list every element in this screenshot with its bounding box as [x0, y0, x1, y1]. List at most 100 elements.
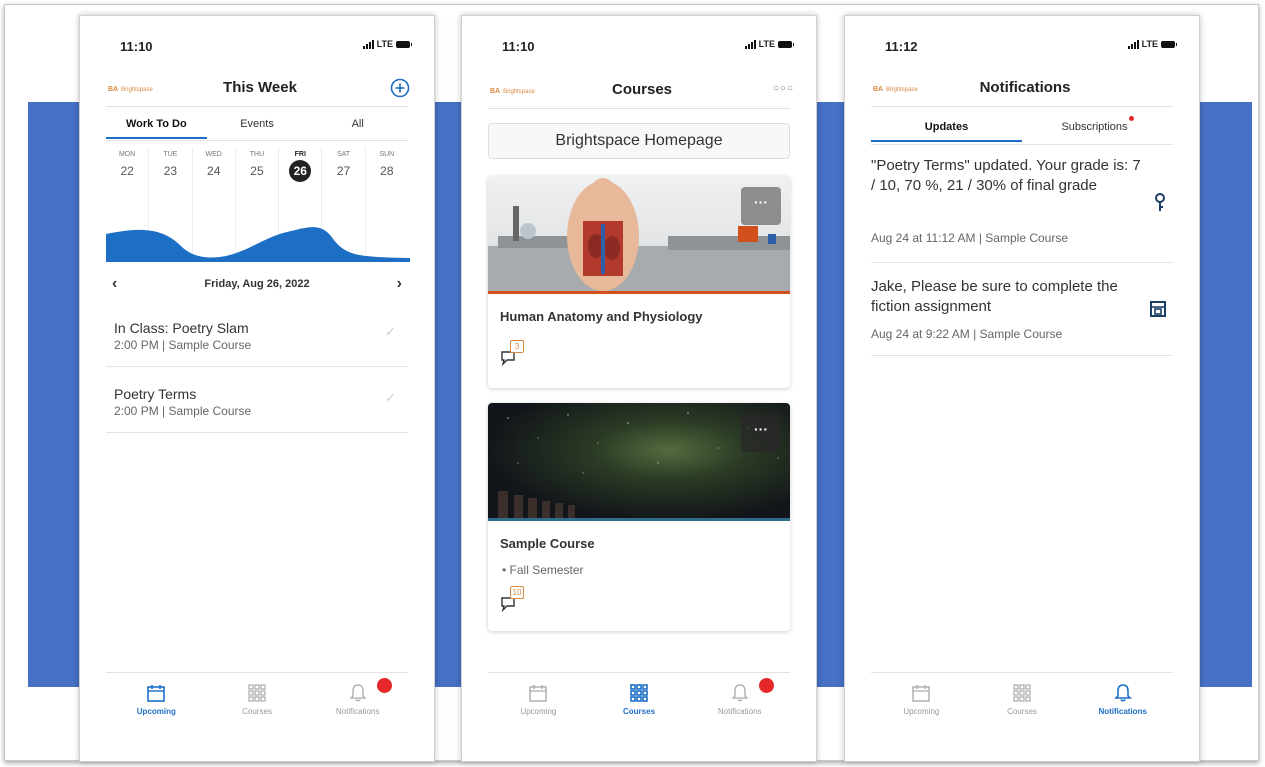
status-time: 11:12 — [885, 39, 918, 54]
selected-date: Friday, Aug 26, 2022 — [204, 278, 310, 290]
task-list: In Class: Poetry Slam 2:00 PM | Sample C… — [106, 302, 408, 454]
tab-bar: Updates Subscriptions — [871, 116, 1173, 142]
day-name: WED — [205, 151, 222, 158]
signal-icon — [1127, 39, 1139, 49]
tab-subscriptions[interactable]: Subscriptions — [1022, 116, 1173, 142]
calendar-icon — [912, 685, 931, 702]
status-bar: 11:10 LTE — [120, 39, 412, 57]
notification-text: Jake, Please be sure to complete the fic… — [871, 278, 1118, 315]
add-icon[interactable] — [390, 78, 410, 98]
page-header: BA Brightspace Courses ○○○ — [490, 80, 794, 108]
nav-courses[interactable]: Courses — [207, 673, 308, 729]
page-title: This Week — [223, 79, 297, 96]
tab-work-to-do[interactable]: Work To Do — [106, 113, 207, 139]
day-number: 28 — [380, 164, 394, 178]
page-title: Notifications — [979, 79, 1071, 96]
day-number: 22 — [120, 164, 134, 178]
chevron-left-icon[interactable]: ‹ — [106, 275, 123, 293]
bell-icon — [731, 684, 749, 702]
message-count-badge: 3 — [510, 340, 524, 353]
notification-item[interactable]: "Poetry Terms" updated. Your grade is: 7… — [871, 156, 1173, 263]
calendar-icon — [147, 685, 166, 702]
assignment-icon — [1150, 301, 1166, 317]
phone-upcoming: 11:10 LTE BA Brightspace This Week Work T… — [79, 15, 435, 762]
nav-notifications[interactable]: Notifications — [689, 673, 790, 729]
more-options-icon[interactable]: ○○○ — [773, 83, 794, 94]
key-icon — [1155, 193, 1165, 211]
task-title: In Class: Poetry Slam — [114, 320, 249, 336]
tab-events[interactable]: Events — [207, 113, 308, 139]
day-name: MON — [118, 151, 136, 158]
subscriptions-dot — [1128, 116, 1134, 121]
course-semester: • Fall Semester — [502, 563, 584, 577]
brightspace-homepage-button[interactable]: Brightspace Homepage — [488, 123, 790, 159]
notification-item[interactable]: Jake, Please be sure to complete the fic… — [871, 263, 1173, 356]
nav-label: Notifications — [335, 707, 380, 716]
notification-dot — [377, 678, 393, 693]
bottom-nav: Upcoming Courses Notifications — [871, 672, 1173, 729]
grid-icon — [248, 684, 266, 702]
checkmark-icon[interactable]: ✓ — [385, 390, 396, 406]
tab-bar: Work To Do Events All — [106, 113, 408, 139]
course-name: Human Anatomy and Physiology — [500, 309, 703, 324]
battery-icon — [396, 40, 412, 48]
divider — [488, 108, 790, 109]
nav-upcoming[interactable]: Upcoming — [106, 673, 207, 729]
day-name: SUN — [379, 151, 395, 158]
phone-notifications: 11:12 LTE BA Brightspace Notifications Up… — [844, 15, 1200, 762]
day-name: THU — [249, 151, 265, 158]
page-header: BA Brightspace Notifications — [873, 78, 1177, 106]
checkmark-icon[interactable]: ✓ — [385, 324, 396, 340]
status-time: 11:10 — [120, 39, 153, 54]
signal-icon — [744, 39, 756, 49]
tab-label: Subscriptions — [1061, 121, 1128, 133]
bottom-nav: Upcoming Courses Notifications — [488, 672, 790, 729]
day-number: 27 — [336, 164, 351, 178]
bell-icon — [1113, 684, 1132, 702]
signal-indicator: LTE — [1127, 39, 1177, 49]
messages-indicator[interactable]: 3 — [500, 340, 524, 371]
nav-label: Courses — [623, 707, 656, 716]
network-label: LTE — [1141, 39, 1158, 49]
course-card[interactable]: ··· Human Anatomy and Physiology 3 — [488, 176, 790, 388]
list-item[interactable]: In Class: Poetry Slam 2:00 PM | Sample C… — [106, 302, 408, 367]
date-navigator: ‹ Friday, Aug 26, 2022 › — [106, 268, 408, 300]
nav-label: Upcoming — [903, 707, 940, 716]
list-item[interactable]: Poetry Terms 2:00 PM | Sample Course ✓ — [106, 368, 408, 433]
status-bar: 11:12 LTE — [885, 39, 1177, 57]
nav-notifications[interactable]: Notifications — [307, 673, 408, 729]
nav-notifications[interactable]: Notifications — [1072, 673, 1173, 729]
nav-label: Notifications — [1098, 707, 1147, 716]
grid-icon — [630, 684, 648, 702]
grid-icon — [1013, 684, 1031, 702]
network-label: LTE — [376, 39, 393, 49]
bottom-nav: Upcoming Courses Notifications — [106, 672, 408, 729]
course-card[interactable]: ··· Sample Course • Fall Semester 10 — [488, 403, 790, 631]
more-options-button[interactable]: ··· — [741, 414, 781, 452]
day-number: 25 — [250, 164, 264, 178]
day-number: 23 — [163, 164, 178, 178]
battery-icon — [1161, 40, 1177, 48]
task-meta: 2:00 PM | Sample Course — [114, 404, 252, 418]
nav-label: Notifications — [717, 707, 762, 716]
divider — [106, 140, 408, 141]
nav-label: Courses — [242, 707, 272, 716]
chevron-right-icon[interactable]: › — [391, 275, 408, 293]
task-title: Poetry Terms — [114, 386, 197, 402]
page-header: BA Brightspace This Week — [108, 78, 412, 106]
nav-courses[interactable]: Courses — [972, 673, 1073, 729]
task-meta: 2:00 PM | Sample Course — [114, 338, 252, 352]
tab-updates[interactable]: Updates — [871, 116, 1022, 142]
nav-upcoming[interactable]: Upcoming — [488, 673, 589, 729]
course-name: Sample Course — [500, 536, 595, 551]
notification-text: "Poetry Terms" updated. Your grade is: 7… — [871, 157, 1141, 194]
more-options-button[interactable]: ··· — [741, 187, 781, 225]
messages-indicator[interactable]: 10 — [500, 586, 524, 617]
tab-all[interactable]: All — [307, 113, 408, 139]
nav-upcoming[interactable]: Upcoming — [871, 673, 972, 729]
nav-courses[interactable]: Courses — [589, 673, 690, 729]
signal-indicator: LTE — [744, 39, 794, 49]
divider — [106, 106, 408, 107]
notification-meta: Aug 24 at 9:22 AM | Sample Course — [871, 327, 1063, 341]
nav-label: Upcoming — [520, 707, 557, 716]
